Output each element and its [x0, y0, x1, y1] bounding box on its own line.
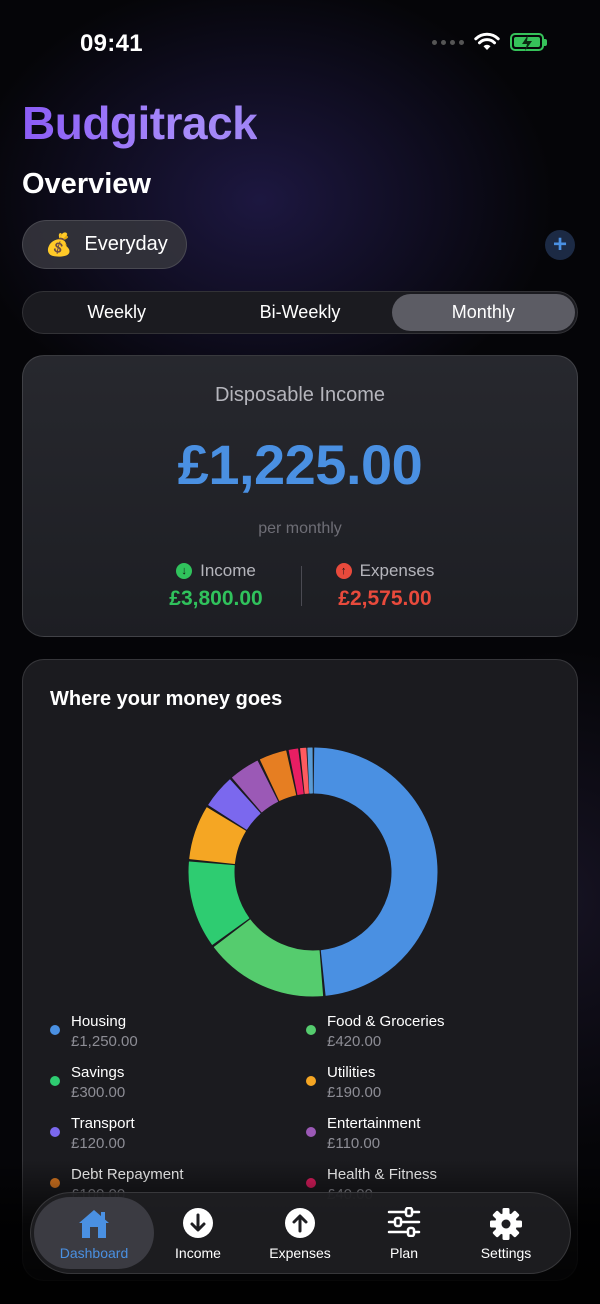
legend-category-name: Savings	[71, 1064, 125, 1081]
arrow-down-circle-icon	[183, 1208, 213, 1238]
legend-category-amount: £1,250.00	[71, 1033, 138, 1050]
budget-name: Everyday	[84, 233, 168, 255]
legend-category-amount: £120.00	[71, 1135, 126, 1152]
disposable-income-card: Disposable Income £1,225.00 per monthly …	[22, 355, 578, 637]
expenses-value: £2,575.00	[338, 587, 432, 610]
legend-category-name: Food & Groceries	[327, 1013, 445, 1030]
legend-color-dot	[50, 1025, 60, 1035]
legend-category-amount: £420.00	[327, 1033, 382, 1050]
donut-slice-housing[interactable]	[313, 747, 438, 996]
legend-color-dot	[306, 1025, 316, 1035]
legend-color-dot	[50, 1127, 60, 1137]
tab-label: Settings	[480, 1245, 532, 1261]
legend-category-name: Entertainment	[327, 1115, 421, 1132]
tab-dashboard[interactable]: Dashboard	[39, 1193, 149, 1273]
money-bag-icon: 💰	[45, 231, 73, 257]
cellular-signal-icon	[432, 39, 464, 45]
legend-category-name: Utilities	[327, 1064, 376, 1081]
period-caption: per monthly	[258, 520, 342, 537]
arrow-up-circle-icon: ↑	[335, 563, 352, 579]
app-title: Budgitrack	[22, 97, 258, 149]
arrow-down-circle-icon: ↓	[176, 563, 193, 579]
tab-bar: Dashboard Income Expenses Plan Settings	[30, 1192, 571, 1274]
legend-category-amount: £190.00	[327, 1084, 382, 1101]
expenses-label: Expenses	[359, 561, 435, 580]
expenses-summary: ↑ Expenses £2,575.00	[285, 561, 485, 611]
wifi-icon	[474, 32, 500, 50]
tab-monthly[interactable]: Monthly	[391, 294, 575, 331]
tab-expenses[interactable]: Expenses	[245, 1193, 355, 1273]
donut-slice-other[interactable]	[307, 747, 313, 794]
arrow-up-circle-icon	[285, 1208, 315, 1238]
legend-category-name: Housing	[71, 1013, 127, 1030]
tab-label: Dashboard	[59, 1245, 129, 1261]
tab-label: Income	[175, 1245, 221, 1261]
add-budget-button[interactable]: +	[545, 230, 575, 260]
disposable-income-amount: £1,225.00	[177, 433, 423, 496]
tab-settings[interactable]: Settings	[451, 1193, 561, 1273]
period-selector: Weekly Bi-Weekly Monthly	[22, 291, 578, 334]
budget-selector[interactable]: 💰 Everyday	[22, 220, 187, 269]
gear-icon	[490, 1208, 522, 1240]
sliders-icon	[387, 1207, 421, 1237]
legend-category-amount: £300.00	[71, 1084, 126, 1101]
tab-plan[interactable]: Plan	[349, 1193, 459, 1273]
app-screen: 09:41 Budgitrack Overview 💰 Everyday + W…	[0, 0, 600, 1304]
tab-label: Plan	[389, 1245, 419, 1261]
legend-category-name: Transport	[71, 1115, 135, 1132]
page-title: Overview	[22, 168, 151, 200]
tab-bi-weekly[interactable]: Bi-Weekly	[208, 294, 391, 331]
legend-category-amount: £110.00	[327, 1135, 381, 1152]
tab-weekly[interactable]: Weekly	[25, 294, 208, 331]
tab-label: Expenses	[269, 1245, 331, 1261]
battery-charging-icon	[510, 33, 547, 51]
legend-color-dot	[306, 1127, 316, 1137]
spending-donut-chart	[188, 747, 438, 997]
legend-color-dot	[306, 1076, 316, 1086]
house-icon	[79, 1210, 109, 1238]
status-time: 09:41	[80, 30, 143, 57]
income-label: Income	[200, 561, 256, 580]
legend-color-dot	[50, 1076, 60, 1086]
chart-title: Where your money goes	[50, 688, 283, 710]
tab-income[interactable]: Income	[143, 1193, 253, 1273]
disposable-income-label: Disposable Income	[214, 384, 386, 406]
status-indicators	[432, 32, 547, 52]
